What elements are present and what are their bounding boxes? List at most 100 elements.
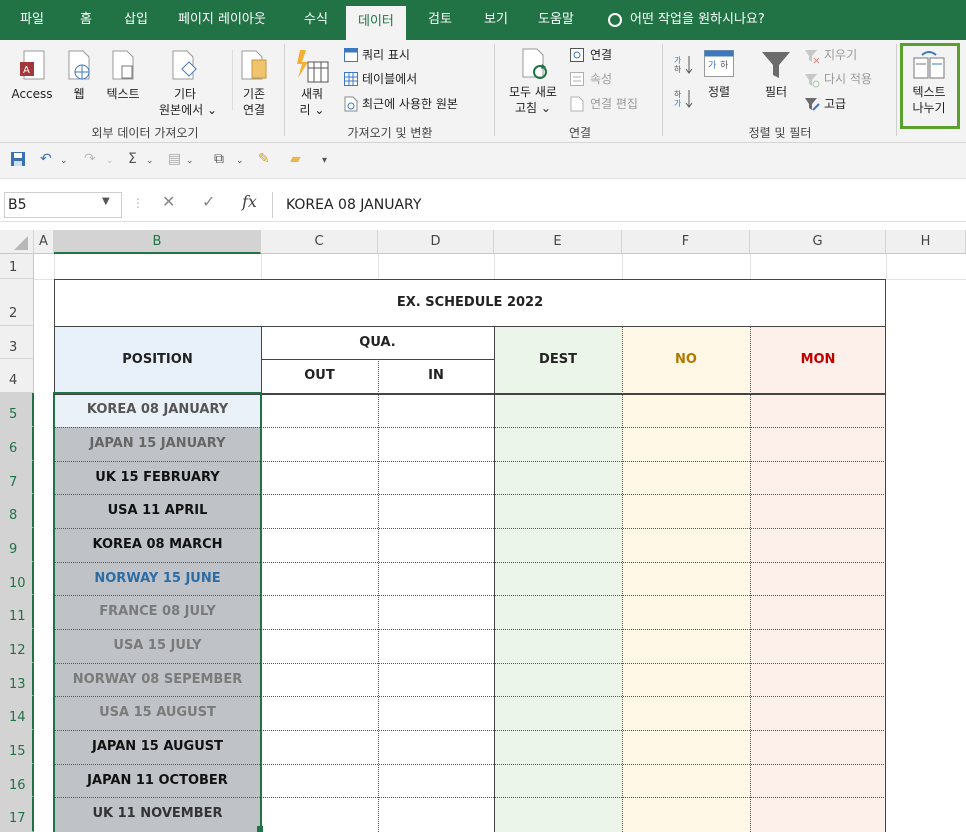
table-line (494, 326, 495, 832)
row-header-7[interactable]: 7 (0, 461, 34, 494)
name-box-dropdown-icon[interactable]: ▼ (102, 196, 110, 207)
tab-insert[interactable]: 삽입 (124, 0, 148, 40)
other-sources-button-line2[interactable]: 원본에서 ⌄ (148, 102, 228, 118)
undo-dropdown-icon[interactable]: ⌄ (60, 156, 68, 166)
tab-page-layout[interactable]: 페이지 레이아웃 (178, 0, 266, 40)
autosum-icon[interactable]: Σ (128, 151, 137, 167)
access-button[interactable]: Access (10, 86, 54, 102)
edit-links-button[interactable]: 연결 편집 (590, 96, 638, 112)
row-header-12[interactable]: 12 (0, 629, 34, 663)
properties-icon (570, 72, 584, 86)
gridline (54, 254, 55, 279)
show-queries-button[interactable]: 쿼리 표시 (362, 47, 410, 63)
row-header-1[interactable]: 1 (0, 254, 34, 279)
out-header[interactable]: OUT (261, 359, 378, 393)
recent-sources-button[interactable]: 최근에 사용한 원본 (362, 96, 458, 112)
autosum-dropdown-icon[interactable]: ⌄ (146, 156, 154, 166)
row-header-6[interactable]: 6 (0, 427, 34, 461)
undo-icon[interactable]: ↶ (40, 151, 52, 167)
tab-help[interactable]: 도움말 (538, 0, 574, 40)
format-painter-icon[interactable]: ✎ (258, 151, 270, 167)
existing-connections-line1[interactable]: 기존 (236, 86, 272, 102)
row-header-15[interactable]: 15 (0, 730, 34, 764)
mon-header[interactable]: MON (750, 326, 886, 393)
insert-function-icon[interactable]: fx (242, 192, 257, 211)
web-button[interactable]: 웹 (66, 86, 92, 102)
existing-connections-line2[interactable]: 연결 (236, 102, 272, 118)
in-header[interactable]: IN (378, 359, 494, 393)
advanced-button[interactable]: 고급 (824, 96, 846, 112)
from-table-button[interactable]: 테이블에서 (362, 71, 417, 87)
dest-header[interactable]: DEST (494, 326, 622, 393)
properties-button[interactable]: 속성 (590, 71, 612, 87)
qua-header[interactable]: QUA. (261, 326, 494, 359)
position-header[interactable]: POSITION (54, 326, 261, 393)
svg-text:하: 하 (674, 64, 682, 74)
table-line (750, 326, 751, 832)
from-table-icon (344, 72, 358, 86)
row-header-8[interactable]: 8 (0, 494, 34, 528)
open-folder-icon[interactable]: ▰ (290, 151, 301, 167)
redo-icon[interactable]: ↷ (84, 151, 96, 167)
tab-data[interactable]: 데이터 (346, 6, 406, 40)
no-header[interactable]: NO (622, 326, 750, 393)
sort-button[interactable]: 정렬 (702, 84, 736, 100)
customize-qat-icon[interactable]: ▾ (322, 155, 327, 166)
row-header-16[interactable]: 16 (0, 764, 34, 797)
svg-text:가: 가 (674, 56, 682, 65)
row-header-17[interactable]: 17 (0, 797, 34, 832)
refresh-all-line1[interactable]: 모두 새로 (502, 84, 564, 100)
table-line (622, 326, 623, 832)
text-to-columns-highlight (900, 43, 960, 129)
column-header-h[interactable]: H (886, 230, 966, 254)
cancel-icon[interactable]: ✕ (162, 192, 175, 211)
row-header-2[interactable]: 2 (0, 279, 34, 326)
row-header-5[interactable]: 5 (0, 393, 34, 427)
recent-sources-icon (344, 96, 358, 112)
save-icon[interactable] (10, 151, 26, 171)
sort-az-icon[interactable]: 가하 (674, 54, 694, 74)
form-dropdown-icon[interactable]: ⌄ (186, 156, 194, 166)
column-header-e[interactable]: E (494, 230, 622, 254)
row-header-11[interactable]: 11 (0, 595, 34, 629)
row-header-14[interactable]: 14 (0, 696, 34, 730)
reapply-button[interactable]: 다시 적용 (824, 71, 872, 87)
new-query-line2[interactable]: 리 ⌄ (298, 102, 326, 118)
text-button[interactable]: 텍스트 (100, 86, 146, 102)
row-header-9[interactable]: 9 (0, 528, 34, 562)
formula-bar-grip-icon: ⋮ (132, 196, 144, 210)
row-header-4[interactable]: 4 (0, 359, 34, 393)
enter-icon[interactable]: ✓ (202, 192, 215, 211)
redo-dropdown-icon[interactable]: ⌄ (106, 156, 114, 166)
schedule-title[interactable]: EX. SCHEDULE 2022 (54, 279, 886, 326)
tab-formulas[interactable]: 수식 (304, 0, 328, 40)
formula-input[interactable]: KOREA 08 JANUARY (272, 192, 962, 218)
clear-button[interactable]: 지우기 (824, 47, 857, 63)
row-header-3[interactable]: 3 (0, 326, 34, 359)
column-header-d[interactable]: D (378, 230, 494, 254)
tell-me-box[interactable]: 어떤 작업을 원하시나요? (608, 0, 765, 40)
new-query-line1[interactable]: 새쿼 (298, 86, 326, 102)
tab-file[interactable]: 파일 (20, 0, 44, 40)
column-header-b[interactable]: B (54, 230, 261, 254)
sort-za-icon[interactable]: 하가 (674, 88, 694, 108)
column-header-c[interactable]: C (261, 230, 378, 254)
group-divider (494, 44, 495, 136)
print-preview-dropdown-icon[interactable]: ⌄ (236, 156, 244, 166)
form-icon[interactable]: ▤ (168, 151, 181, 167)
refresh-all-line2[interactable]: 고침 ⌄ (502, 100, 564, 116)
tab-home[interactable]: 홈 (80, 0, 92, 40)
column-header-a[interactable]: A (34, 230, 54, 254)
column-header-f[interactable]: F (622, 230, 750, 254)
fill-handle[interactable] (257, 826, 263, 832)
print-preview-icon[interactable]: ⧉ (214, 151, 224, 167)
connections-button[interactable]: 연결 (590, 47, 612, 63)
row-header-13[interactable]: 13 (0, 663, 34, 696)
filter-button[interactable]: 필터 (756, 84, 796, 100)
tab-view[interactable]: 보기 (484, 0, 508, 40)
tab-review[interactable]: 검토 (428, 0, 452, 40)
column-header-g[interactable]: G (750, 230, 886, 254)
select-all-corner[interactable] (0, 230, 34, 254)
row-header-10[interactable]: 10 (0, 562, 34, 595)
other-sources-button-line1[interactable]: 기타 (158, 86, 212, 102)
